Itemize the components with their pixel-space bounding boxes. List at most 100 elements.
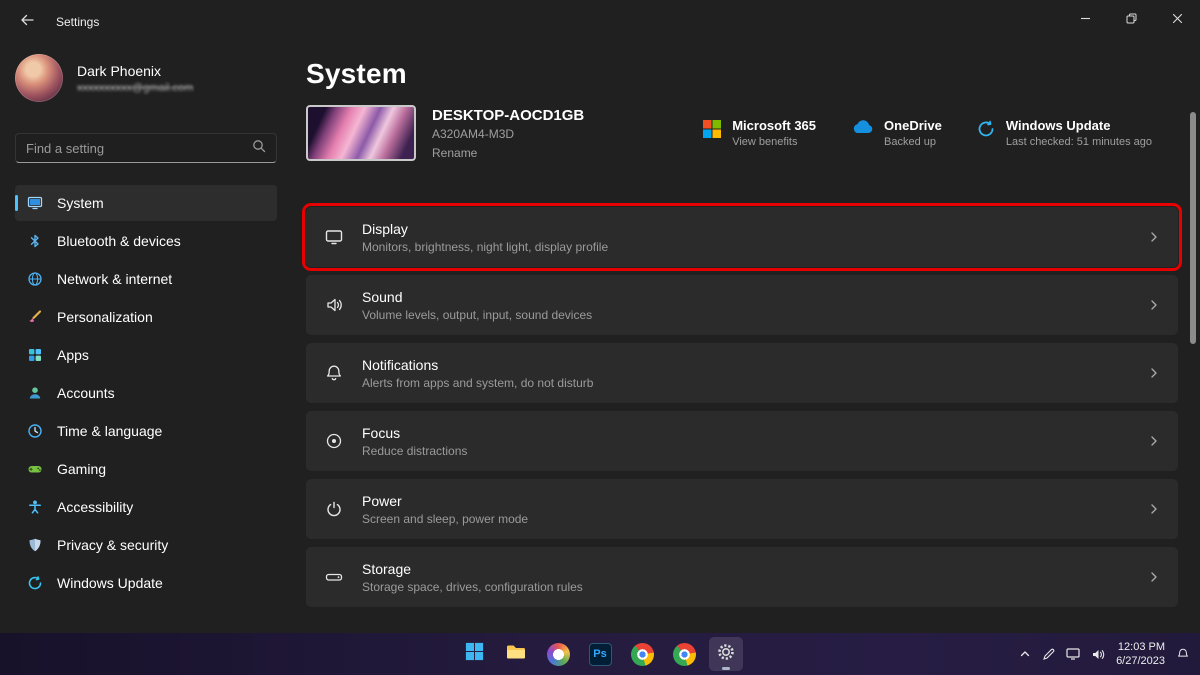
row-title: Focus xyxy=(362,425,467,441)
windows-update-card[interactable]: Windows Update Last checked: 51 minutes … xyxy=(976,118,1152,148)
back-button[interactable] xyxy=(8,3,46,41)
sidebar-item-label: Windows Update xyxy=(57,575,163,591)
chrome-2-button[interactable] xyxy=(667,637,701,671)
search-box[interactable] xyxy=(15,133,277,163)
scrollbar-thumb[interactable] xyxy=(1190,112,1196,344)
chevron-right-icon xyxy=(1148,231,1160,243)
settings-row-focus[interactable]: Focus Reduce distractions xyxy=(306,411,1178,471)
sidebar: Dark Phoenix xxxxxxxxxx@gmail.com System xyxy=(0,44,292,633)
account-summary[interactable]: Dark Phoenix xxxxxxxxxx@gmail.com xyxy=(15,54,277,102)
pen-icon[interactable] xyxy=(1042,648,1055,661)
onedrive-card[interactable]: OneDrive Backed up xyxy=(850,118,942,148)
row-subtitle: Reduce distractions xyxy=(362,444,467,458)
row-subtitle: Alerts from apps and system, do not dist… xyxy=(362,376,593,390)
settings-row-display[interactable]: Display Monitors, brightness, night ligh… xyxy=(306,207,1178,267)
card-title: Microsoft 365 xyxy=(732,118,816,133)
sidebar-item-windows-update[interactable]: Windows Update xyxy=(15,565,277,601)
sidebar-item-label: Time & language xyxy=(57,423,162,439)
settings-app-button[interactable] xyxy=(709,637,743,671)
windows-start-icon xyxy=(464,641,485,667)
minimize-button[interactable] xyxy=(1062,0,1108,40)
photoshop-button[interactable]: Ps xyxy=(583,637,617,671)
row-subtitle: Volume levels, output, input, sound devi… xyxy=(362,308,592,322)
start-button[interactable] xyxy=(457,637,491,671)
sidebar-item-label: Accounts xyxy=(57,385,115,401)
sidebar-item-label: Bluetooth & devices xyxy=(57,233,181,249)
row-title: Storage xyxy=(362,561,583,577)
back-arrow-icon xyxy=(20,13,34,32)
sidebar-item-network-internet[interactable]: Network & internet xyxy=(15,261,277,297)
card-subtitle: Backed up xyxy=(884,136,942,148)
sidebar-item-bluetooth-devices[interactable]: Bluetooth & devices xyxy=(15,223,277,259)
settings-row-storage[interactable]: Storage Storage space, drives, configura… xyxy=(306,547,1178,607)
restore-button[interactable] xyxy=(1108,0,1154,40)
taskbar-clock[interactable]: 12:03 PM 6/27/2023 xyxy=(1116,640,1165,668)
globe-icon xyxy=(27,271,43,287)
apps-grid-icon xyxy=(27,347,43,363)
update-icon xyxy=(27,575,43,591)
file-explorer-button[interactable] xyxy=(499,637,533,671)
status-cards: Microsoft 365 View benefits OneDrive Bac… xyxy=(702,118,1152,148)
restore-icon xyxy=(1126,11,1137,29)
chevron-right-icon xyxy=(1148,571,1160,583)
sidebar-item-system[interactable]: System xyxy=(15,185,277,221)
row-subtitle: Storage space, drives, configuration rul… xyxy=(362,580,583,594)
display-icon xyxy=(324,227,344,247)
browser-button[interactable] xyxy=(541,637,575,671)
card-subtitle: View benefits xyxy=(732,136,816,148)
chevron-right-icon xyxy=(1148,367,1160,379)
sidebar-item-accounts[interactable]: Accounts xyxy=(15,375,277,411)
settings-row-sound[interactable]: Sound Volume levels, output, input, soun… xyxy=(306,275,1178,335)
network-icon[interactable] xyxy=(1066,648,1080,660)
desktop-wallpaper-thumbnail xyxy=(306,105,416,161)
gear-icon xyxy=(716,642,736,667)
sidebar-item-personalization[interactable]: Personalization xyxy=(15,299,277,335)
chrome-icon xyxy=(631,643,654,666)
person-icon xyxy=(27,385,43,401)
user-email: xxxxxxxxxx@gmail.com xyxy=(77,82,193,94)
row-title: Notifications xyxy=(362,357,593,373)
photoshop-icon: Ps xyxy=(589,643,612,666)
chevron-right-icon xyxy=(1148,435,1160,447)
sidebar-item-privacy-security[interactable]: Privacy & security xyxy=(15,527,277,563)
row-title: Power xyxy=(362,493,528,509)
bluetooth-icon xyxy=(27,233,43,249)
tray-overflow-button[interactable] xyxy=(1019,648,1031,660)
sidebar-item-label: Accessibility xyxy=(57,499,133,515)
settings-list: Display Monitors, brightness, night ligh… xyxy=(306,207,1178,607)
microsoft-365-icon xyxy=(702,119,722,139)
titlebar: Settings xyxy=(0,0,1200,44)
sidebar-item-accessibility[interactable]: Accessibility xyxy=(15,489,277,525)
chrome-button[interactable] xyxy=(625,637,659,671)
sidebar-item-gaming[interactable]: Gaming xyxy=(15,451,277,487)
controller-icon xyxy=(27,461,43,477)
search-icon xyxy=(252,139,266,158)
user-name: Dark Phoenix xyxy=(77,63,193,79)
search-input[interactable] xyxy=(26,141,252,156)
settings-window: Settings Dark Phoenix xxxxxxxxxx@gmail.c… xyxy=(0,0,1200,675)
device-name: DESKTOP-AOCD1GB xyxy=(432,107,584,124)
settings-row-power[interactable]: Power Screen and sleep, power mode xyxy=(306,479,1178,539)
sidebar-item-time-language[interactable]: Time & language xyxy=(15,413,277,449)
volume-icon[interactable] xyxy=(1091,648,1105,661)
sidebar-item-label: Privacy & security xyxy=(57,537,168,553)
power-icon xyxy=(324,499,344,519)
chevron-right-icon xyxy=(1148,299,1160,311)
taskbar: Ps xyxy=(0,633,1200,675)
card-subtitle: Last checked: 51 minutes ago xyxy=(1006,136,1152,148)
clock-date: 6/27/2023 xyxy=(1116,654,1165,668)
microsoft-365-card[interactable]: Microsoft 365 View benefits xyxy=(702,118,816,148)
settings-row-notifications[interactable]: Notifications Alerts from apps and syste… xyxy=(306,343,1178,403)
system-tray: 12:03 PM 6/27/2023 xyxy=(1019,633,1190,675)
notification-bell-icon[interactable] xyxy=(1176,647,1190,661)
main-content: System DESKTOP-AOCD1GB A320AM4-M3D Renam… xyxy=(292,44,1200,633)
close-button[interactable] xyxy=(1154,0,1200,40)
rename-button[interactable]: Rename xyxy=(432,146,584,160)
card-title: OneDrive xyxy=(884,118,942,133)
sidebar-item-apps[interactable]: Apps xyxy=(15,337,277,373)
chrome-icon xyxy=(673,643,696,666)
avatar xyxy=(15,54,63,102)
clock-time: 12:03 PM xyxy=(1116,640,1165,654)
card-title: Windows Update xyxy=(1006,118,1152,133)
sidebar-item-label: Gaming xyxy=(57,461,106,477)
